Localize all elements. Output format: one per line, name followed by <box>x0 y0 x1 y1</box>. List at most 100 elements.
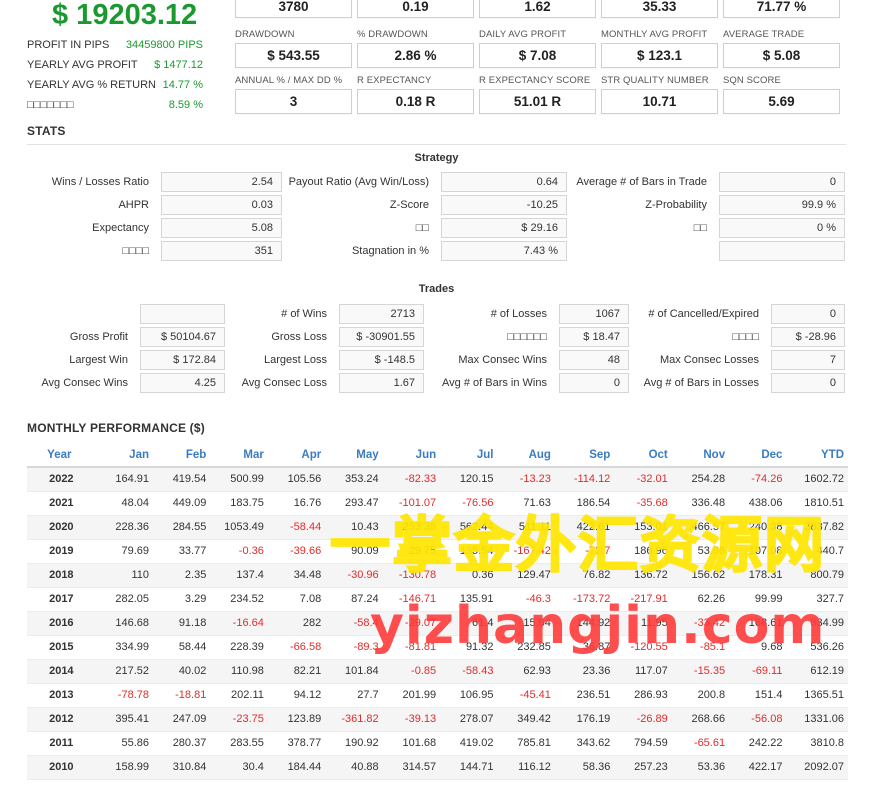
stat-label: Largest Win <box>69 354 128 366</box>
kpi-label: DAILY AVG PROFIT <box>479 29 567 40</box>
month-value-cell: -56.08 <box>729 707 787 732</box>
stats-divider <box>27 144 846 145</box>
month-value-cell: -361.82 <box>325 707 383 732</box>
summary-stat-row: PROFIT IN PIPS 34459800 PIPS <box>27 38 203 58</box>
stat-value: 0 <box>559 373 629 393</box>
month-value-cell: 314.57 <box>382 755 441 780</box>
kpi-monthly-avg-profit: MONTHLY AVG PROFIT $ 123.1 <box>601 29 718 68</box>
kpi-value: $ 5.08 <box>723 43 840 68</box>
month-value-cell: 349.42 <box>497 707 555 732</box>
column-header: Aug <box>497 443 555 468</box>
month-value-cell: 334.99 <box>95 635 153 660</box>
stat-label: Gross Profit <box>69 331 128 343</box>
month-value-cell: 200.8 <box>671 683 730 708</box>
month-value-cell: -32.01 <box>614 467 672 492</box>
stat-label: □□ <box>693 222 707 234</box>
month-value-cell: 1365.51 <box>786 683 848 708</box>
stat-label: Z-Score <box>389 199 429 211</box>
month-value-cell: 1053.49 <box>210 515 268 540</box>
month-value-cell: -39.66 <box>267 539 326 564</box>
stat-label: □□□□ <box>122 245 149 257</box>
month-value-cell: 2092.07 <box>786 755 848 780</box>
month-value-cell: 236.51 <box>554 683 615 708</box>
month-value-cell: 419.54 <box>153 467 211 492</box>
month-value-cell: 120.15 <box>440 467 498 492</box>
month-value-cell: 3.29 <box>153 587 211 612</box>
kpi-top-box: 71.77 % <box>723 0 840 18</box>
month-value-cell: 105.56 <box>267 467 326 492</box>
watermark-url: yizhangjin.com <box>370 596 826 656</box>
month-value-cell: 79.69 <box>95 539 153 564</box>
stat-label: # of Cancelled/Expired <box>648 308 759 320</box>
stat-value: 48 <box>559 350 629 370</box>
month-value-cell: 282.05 <box>95 587 153 612</box>
month-value-cell: 422.17 <box>729 755 787 780</box>
month-value-cell: 257.23 <box>614 755 672 780</box>
summary-stat-label: YEARLY AVG % RETURN <box>27 79 156 91</box>
total-profit: $ 19203.12 <box>52 0 198 31</box>
column-header: Jun <box>382 443 441 468</box>
strategy-title: Strategy <box>414 152 459 164</box>
year-cell: 2012 <box>27 707 96 732</box>
stat-label: □□□□□□ <box>507 331 547 343</box>
month-value-cell: 27.7 <box>325 683 383 708</box>
month-value-cell: 106.95 <box>440 683 498 708</box>
stat-value: 0 % <box>719 218 845 238</box>
year-cell: 2011 <box>27 731 96 756</box>
month-value-cell: 278.07 <box>440 707 498 732</box>
column-header: Mar <box>210 443 268 468</box>
table-row: 2010 158.99 310.84 30.4 184.44 40.88 314.57 144… <box>27 755 848 780</box>
summary-stats: PROFIT IN PIPS 34459800 PIPS YEARLY AVG P… <box>27 38 203 118</box>
kpi-value: 1.62 <box>479 0 596 18</box>
kpi-label: DRAWDOWN <box>235 29 295 40</box>
month-value-cell: 117.07 <box>614 659 672 684</box>
month-value-cell: 58.44 <box>153 635 211 660</box>
kpi-annual-maxdd: ANNUAL % / MAX DD % 3 <box>235 75 352 114</box>
month-value-cell: -69.11 <box>729 659 787 684</box>
month-value-cell: 176.19 <box>554 707 615 732</box>
stat-value: 351 <box>161 241 282 261</box>
month-value-cell: 116.12 <box>497 755 555 780</box>
column-header: May <box>325 443 383 468</box>
stat-label: □□ <box>415 222 429 234</box>
year-cell: 2018 <box>27 563 96 588</box>
month-value-cell: 137.4 <box>210 563 268 588</box>
month-value-cell: 183.75 <box>210 491 268 516</box>
summary-stat-value: 34459800 PIPS <box>125 39 203 51</box>
month-value-cell: 310.84 <box>153 755 211 780</box>
month-value-cell: 254.28 <box>671 467 730 492</box>
table-row: 2014 217.52 40.02 110.98 82.21 101.84 -0.85 -58… <box>27 659 848 684</box>
month-value-cell: 282 <box>267 611 326 636</box>
month-value-cell: 55.86 <box>95 731 153 756</box>
stat-value: 0.64 <box>441 172 567 192</box>
column-header: Jan <box>95 443 153 468</box>
month-value-cell: 101.84 <box>325 659 383 684</box>
month-value-cell: 343.62 <box>554 731 615 756</box>
month-value-cell: -0.85 <box>382 659 441 684</box>
stat-value: 0 <box>771 373 845 393</box>
month-value-cell: -13.23 <box>497 467 555 492</box>
month-value-cell: -45.41 <box>497 683 555 708</box>
month-value-cell: 280.37 <box>153 731 211 756</box>
kpi-value: 0.19 <box>357 0 474 18</box>
kpi-top-box: 0.19 <box>357 0 474 18</box>
month-value-cell: 202.11 <box>210 683 268 708</box>
month-value-cell: 34.48 <box>267 563 326 588</box>
month-value-cell: 3810.8 <box>786 731 848 756</box>
trades-title: Trades <box>418 283 455 295</box>
month-value-cell: 794.59 <box>614 731 672 756</box>
stat-value: $ 172.84 <box>140 350 225 370</box>
month-value-cell: 286.93 <box>614 683 672 708</box>
kpi-average-trade: AVERAGE TRADE $ 5.08 <box>723 29 840 68</box>
month-value-cell: -114.12 <box>554 467 615 492</box>
month-value-cell: 94.12 <box>267 683 326 708</box>
month-value-cell: 1602.72 <box>786 467 848 492</box>
summary-stat-value: 14.77 % <box>162 79 203 91</box>
kpi-percent-drawdown: % DRAWDOWN 2.86 % <box>357 29 474 68</box>
month-value-cell: 58.36 <box>554 755 615 780</box>
stat-label: Stagnation in % <box>351 245 429 257</box>
month-value-cell: 123.89 <box>267 707 326 732</box>
summary-stat-label: □□□□□□□ <box>27 99 74 111</box>
kpi-label: AVERAGE TRADE <box>723 29 805 40</box>
kpi-value: 2.86 % <box>357 43 474 68</box>
